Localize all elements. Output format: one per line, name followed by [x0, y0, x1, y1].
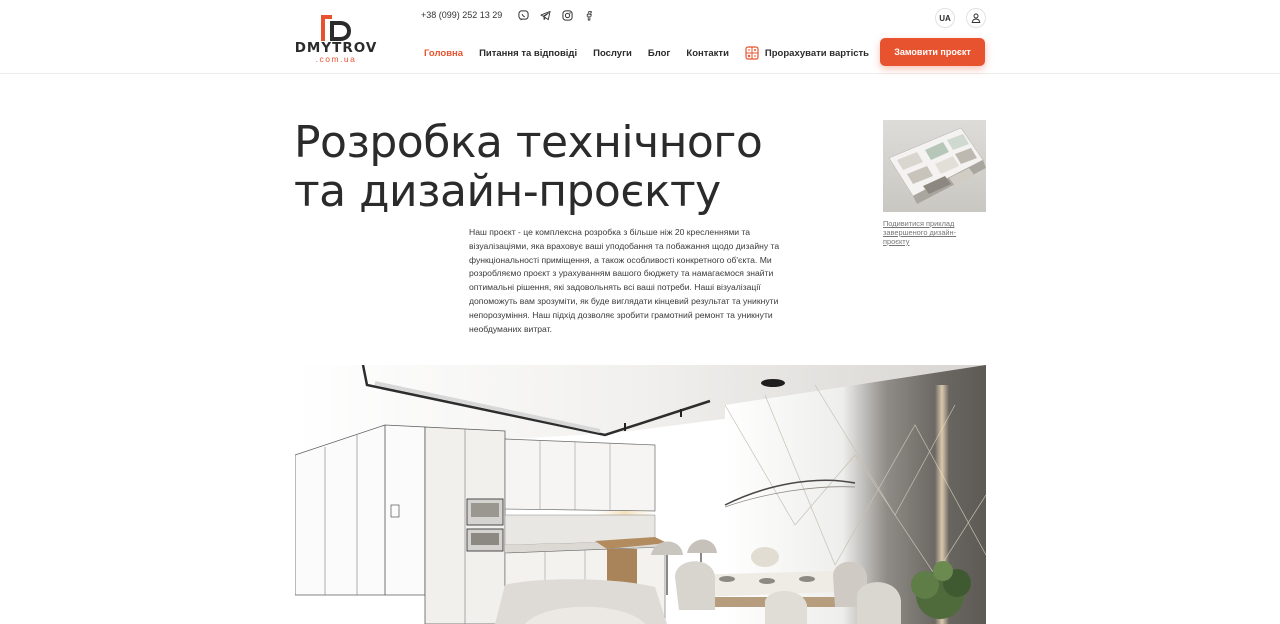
calculator-icon: [745, 46, 759, 60]
contact-bar: +38 (099) 252 13 29: [421, 8, 604, 22]
nav-item-faq[interactable]: Питання та відповіді: [479, 48, 577, 59]
brochure-image: [883, 120, 986, 212]
nav-item-blog[interactable]: Блог: [648, 48, 671, 59]
project-description: Наш проєкт - це комплексна розробка з бі…: [469, 227, 780, 334]
example-project-link[interactable]: Подивитися приклад завершеного дизайн-пр…: [883, 219, 981, 246]
site-header: DMYTROV .com.ua +38 (099) 252 13 29 Голо…: [0, 0, 1280, 74]
logo[interactable]: DMYTROV .com.ua: [294, 12, 378, 64]
instagram-icon[interactable]: [560, 8, 574, 22]
main-nav: Головна Питання та відповіді Послуги Бло…: [424, 46, 885, 60]
order-project-button[interactable]: Замовити проєкт: [880, 38, 985, 66]
user-icon: [971, 13, 981, 23]
interior-render-image: [295, 365, 986, 624]
example-project-thumbnail[interactable]: [883, 120, 986, 212]
nav-item-services[interactable]: Послуги: [593, 48, 632, 59]
telegram-icon[interactable]: [538, 8, 552, 22]
logo-subtext: .com.ua: [315, 54, 357, 64]
language-switcher[interactable]: UA: [935, 8, 955, 28]
calculate-price-label: Прорахувати вартість: [764, 47, 869, 59]
phone-link[interactable]: +38 (099) 252 13 29: [421, 10, 502, 20]
page-title: Розробка технічного та дизайн-проєкту: [294, 118, 854, 216]
kitchen-interior-illustration: [295, 365, 986, 624]
viber-icon[interactable]: [516, 8, 530, 22]
nav-item-contacts[interactable]: Контакти: [686, 48, 729, 59]
logo-mark-icon: [321, 15, 351, 41]
page-title-line-1: Розробка технічного: [294, 117, 763, 168]
facebook-icon[interactable]: [582, 8, 596, 22]
page-title-line-2: та дизайн-проєкту: [294, 166, 721, 217]
calculate-price-link[interactable]: Прорахувати вартість: [745, 46, 869, 60]
user-account-button[interactable]: [966, 8, 986, 28]
logo-text: DMYTROV: [294, 40, 378, 56]
nav-item-home[interactable]: Головна: [424, 48, 463, 59]
